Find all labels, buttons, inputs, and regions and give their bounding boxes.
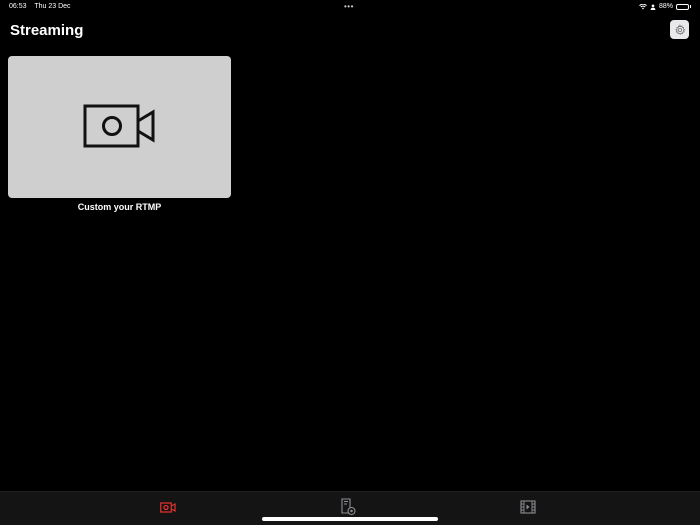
document-record-icon [341,498,356,516]
tab-videos[interactable] [518,498,538,516]
video-camera-icon [83,104,154,148]
card-label: Custom your RTMP [77,202,162,212]
status-date: Thu 23 Dec [34,3,71,10]
multitasking-dots[interactable]: ••• [344,2,354,11]
status-right: 88% [639,3,691,10]
home-indicator[interactable] [262,517,438,521]
status-bar: 06:53 Thu 23 Dec ••• 88% [0,0,700,14]
custom-rtmp-card[interactable]: Custom your RTMP [8,56,231,212]
location-icon [650,3,656,10]
wifi-icon [639,3,647,9]
page-title: Streaming [10,22,84,39]
card-thumbnail[interactable] [8,56,231,198]
settings-button[interactable] [670,20,689,39]
gear-icon [674,23,685,35]
video-camera-icon [160,501,176,513]
status-left: 06:53 Thu 23 Dec [9,3,77,10]
battery-percent: 88% [658,3,673,10]
tab-streaming[interactable] [158,498,178,516]
battery-icon [676,3,691,10]
tab-recordings[interactable] [338,498,358,516]
film-icon [520,500,536,514]
tab-bar [0,491,700,525]
status-time: 06:53 [9,3,27,10]
